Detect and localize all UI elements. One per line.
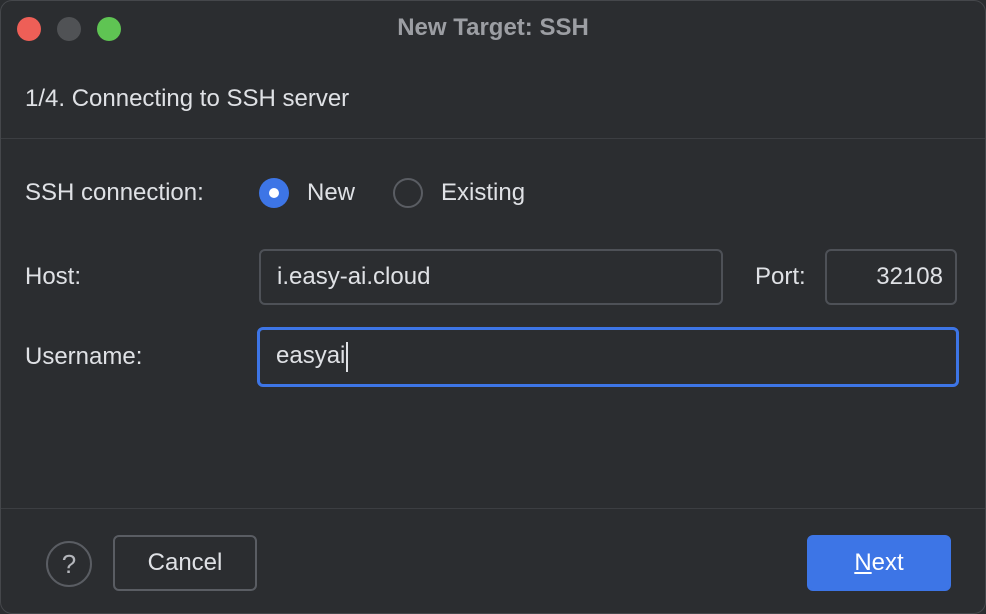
question-mark-icon[interactable]: ? (46, 541, 92, 587)
next-button-label: ext (871, 549, 904, 576)
step-heading: 1/4. Connecting to SSH server (25, 85, 350, 112)
text-caret (346, 341, 349, 372)
next-button[interactable]: Next (807, 535, 951, 591)
window-title: New Target: SSH (397, 14, 589, 41)
header-divider (1, 138, 985, 139)
username-input-value: easyai (276, 342, 346, 369)
next-button-mnemonic: N (854, 549, 872, 576)
title-bar: New Target: SSH (1, 1, 985, 57)
port-label: Port: (755, 263, 806, 290)
radio-unselected-icon[interactable] (393, 178, 423, 208)
host-input-value: i.easy-ai.cloud (277, 263, 431, 290)
host-input[interactable]: i.easy-ai.cloud (259, 249, 723, 305)
radio-selected-icon[interactable] (259, 178, 289, 208)
host-label: Host: (25, 263, 82, 290)
ssh-connection-label: SSH connection: (25, 179, 204, 206)
port-input[interactable]: 32108 (825, 249, 957, 305)
username-input[interactable]: easyai (257, 327, 959, 387)
cancel-button[interactable]: Cancel (113, 535, 257, 591)
footer-divider (1, 508, 985, 509)
port-input-value: 32108 (876, 263, 943, 290)
radio-existing-label[interactable]: Existing (441, 179, 525, 207)
dialog-window: New Target: SSH 1/4. Connecting to SSH s… (0, 0, 986, 614)
username-label: Username: (25, 343, 143, 370)
radio-new-label[interactable]: New (307, 179, 355, 207)
